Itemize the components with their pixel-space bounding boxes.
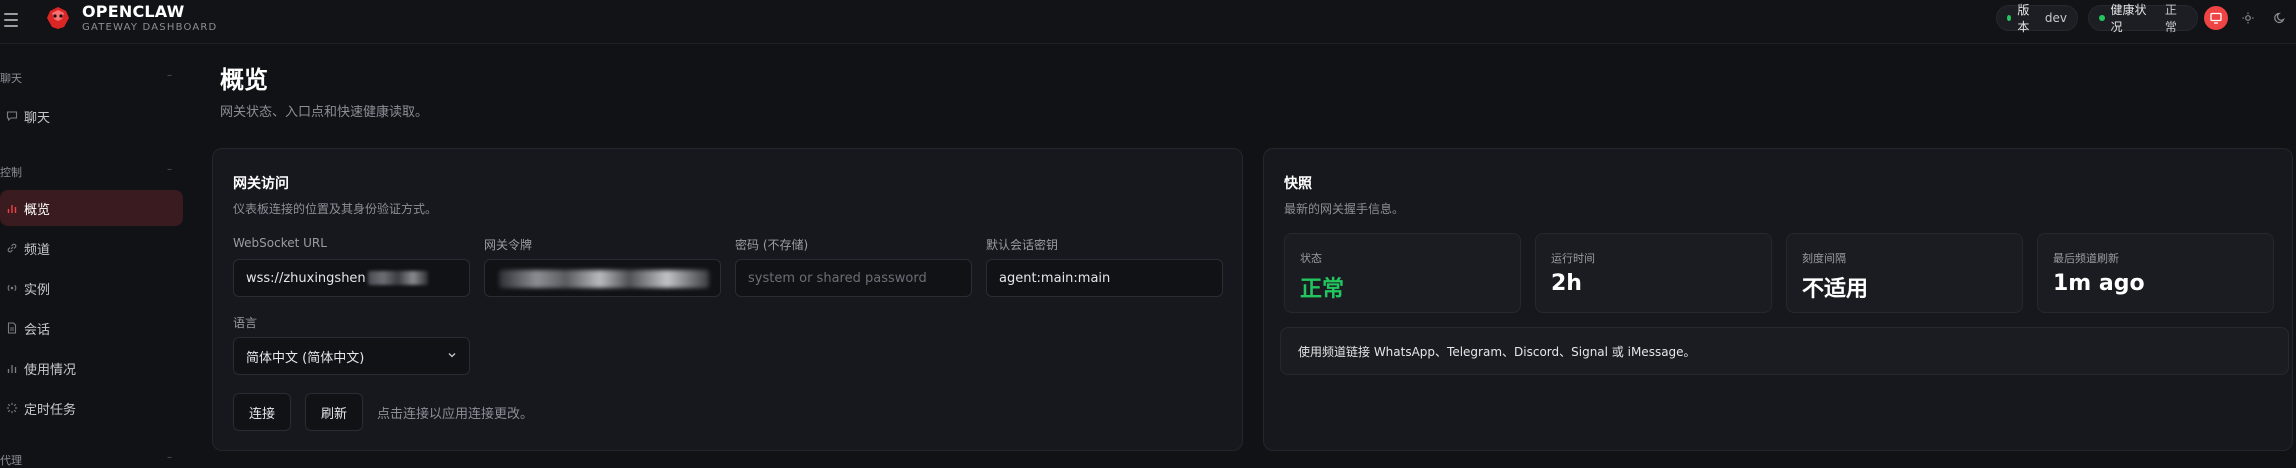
sidebar-item-label: 概览 <box>24 202 51 218</box>
stat-label: 刻度间隔 <box>1802 252 1846 265</box>
channels-note: 使用频道链接 WhatsApp、Telegram、Discord、Signal … <box>1280 327 2289 375</box>
session-key-input[interactable]: agent:main:main <box>986 259 1223 297</box>
sidebar-item-label: 实例 <box>24 282 51 298</box>
loader-icon <box>0 402 24 414</box>
brand-title: OPENCLAW <box>82 2 185 21</box>
sidebar: 聊天 – 聊天 控制 – 概览 频道 实例 会话 使用情况 定时任务 代理 – <box>0 44 185 467</box>
chevron-up-icon[interactable]: – <box>167 452 172 463</box>
websocket-url-value: wss://zhuxingshen <box>246 270 366 286</box>
brand: OPENCLAW GATEWAY DASHBOARD <box>82 3 217 35</box>
sidebar-item-cron[interactable]: 定时任务 <box>0 390 183 426</box>
card-title: 网关访问 <box>233 176 289 192</box>
monitor-icon[interactable] <box>2204 6 2228 30</box>
card-subtitle: 最新的网关握手信息。 <box>1284 202 1405 216</box>
version-label: 版本 <box>2017 3 2030 34</box>
theme-switcher <box>2204 5 2292 31</box>
status-dot <box>2099 15 2105 21</box>
sidebar-item-label: 聊天 <box>24 110 51 126</box>
stat-status: 状态 正常 <box>1284 233 1521 313</box>
card-subtitle: 仪表板连接的位置及其身份验证方式。 <box>233 202 438 216</box>
password-placeholder: system or shared password <box>748 270 927 286</box>
card-title: 快照 <box>1284 176 1312 192</box>
sidebar-item-instances[interactable]: 实例 <box>0 270 183 306</box>
version-value: dev <box>2044 11 2067 25</box>
sidebar-item-label: 会话 <box>24 322 51 338</box>
stat-tick-interval: 刻度间隔 不适用 <box>1786 233 2023 313</box>
chat-icon <box>0 110 24 122</box>
stat-label: 最后频道刷新 <box>2053 252 2119 265</box>
link-icon <box>0 242 24 254</box>
language-label: 语言 <box>233 316 258 330</box>
session-key-value: agent:main:main <box>999 270 1111 286</box>
password-label: 密码 (不存储) <box>735 238 809 252</box>
language-select[interactable]: 简体中文 (简体中文) <box>233 337 470 375</box>
stat-uptime: 运行时间 2h <box>1535 233 1772 313</box>
menu-icon[interactable] <box>4 10 24 30</box>
stat-value: 1m ago <box>2053 271 2145 296</box>
stat-value: 2h <box>1551 271 1582 296</box>
session-key-label: 默认会话密钥 <box>986 238 1059 252</box>
sun-icon[interactable] <box>2236 6 2260 30</box>
sidebar-section-chat[interactable]: 聊天 <box>0 70 22 86</box>
redacted-token <box>499 270 709 288</box>
language-value: 简体中文 (简体中文) <box>246 350 365 366</box>
websocket-url-input[interactable]: wss://zhuxingshen <box>233 259 470 297</box>
chevron-down-icon <box>447 350 457 363</box>
connect-hint: 点击连接以应用连接更改。 <box>377 407 534 422</box>
sidebar-item-label: 定时任务 <box>24 402 77 418</box>
gateway-token-label: 网关令牌 <box>484 238 533 252</box>
sidebar-item-label: 频道 <box>24 242 51 258</box>
health-label: 健康状况 <box>2110 3 2147 34</box>
chevron-up-icon[interactable]: – <box>167 70 172 81</box>
gateway-token-input[interactable] <box>484 259 721 297</box>
sidebar-item-channels[interactable]: 频道 <box>0 230 183 266</box>
stat-value: 不适用 <box>1802 277 1869 302</box>
brand-subtitle: GATEWAY DASHBOARD <box>82 22 218 33</box>
stat-label: 状态 <box>1300 252 1322 265</box>
refresh-button[interactable]: 刷新 <box>305 393 363 431</box>
stat-last-channel-refresh: 最后频道刷新 1m ago <box>2037 233 2274 313</box>
moon-icon[interactable] <box>2268 6 2292 30</box>
file-icon <box>0 322 24 334</box>
password-input[interactable]: system or shared password <box>735 259 972 297</box>
status-dot <box>2007 15 2012 21</box>
bar-chart-icon <box>0 202 24 214</box>
websocket-url-label: WebSocket URL <box>233 236 327 250</box>
bar-chart-icon <box>0 362 24 374</box>
sidebar-section-control[interactable]: 控制 <box>0 164 22 180</box>
sidebar-item-sessions[interactable]: 会话 <box>0 310 183 346</box>
radio-icon <box>0 282 24 294</box>
snapshot-card: 快照 最新的网关握手信息。 状态 正常 运行时间 2h 刻度间隔 不适用 最后频… <box>1263 148 2293 451</box>
health-value: 正常 <box>2164 3 2177 34</box>
connect-button[interactable]: 连接 <box>233 393 291 431</box>
stat-value: 正常 <box>1300 277 1345 302</box>
redacted-text <box>367 271 428 285</box>
sidebar-item-overview[interactable]: 概览 <box>0 190 183 226</box>
gateway-access-card: 网关访问 仪表板连接的位置及其身份验证方式。 WebSocket URL wss… <box>212 148 1243 451</box>
chevron-up-icon[interactable]: – <box>167 164 172 175</box>
top-bar: OPENCLAW GATEWAY DASHBOARD 版本 dev 健康状况 正… <box>0 0 2296 44</box>
sidebar-item-label: 使用情况 <box>24 362 77 378</box>
stat-label: 运行时间 <box>1551 252 1595 265</box>
page-subtitle: 网关状态、入口点和快速健康读取。 <box>220 105 429 120</box>
health-pill: 健康状况 正常 <box>2088 3 2198 34</box>
sidebar-item-chat[interactable]: 聊天 <box>0 98 183 134</box>
page-title: 概览 <box>220 66 268 94</box>
openclaw-logo <box>47 7 69 29</box>
sidebar-item-usage[interactable]: 使用情况 <box>0 350 183 386</box>
version-pill: 版本 dev <box>1996 3 2078 34</box>
